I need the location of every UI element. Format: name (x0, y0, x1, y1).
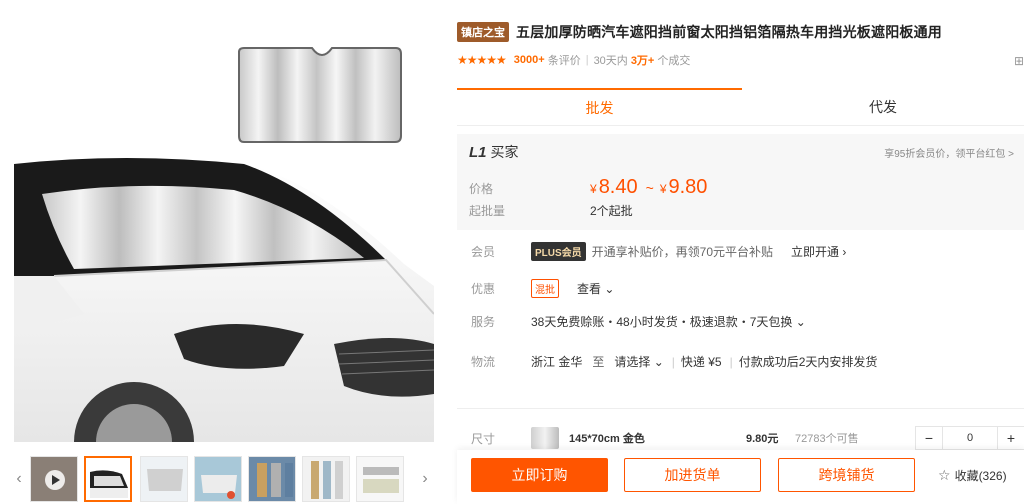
add-to-cart-button[interactable]: 加进货单 (624, 458, 761, 492)
shipping-fee: 快递 ¥5 (680, 355, 722, 369)
chevron-right-icon[interactable]: › (418, 454, 432, 504)
sales-period: 30天内 (593, 55, 628, 67)
thumbnail-6[interactable] (356, 456, 404, 502)
price-tilde: ~ (645, 180, 654, 196)
service-label: 服务 (471, 315, 496, 329)
review-label: 条评价 (547, 55, 581, 67)
thumbnail-5[interactable] (302, 456, 350, 502)
title-row: 镇店之宝 五层加厚防晒汽车遮阳挡前窗太阳挡铝箔隔热车用挡光板遮阳板通用 (457, 22, 942, 42)
buyer-level: L1 买家 (469, 142, 519, 162)
view-discount-link[interactable]: 查看 ⌄ (577, 280, 614, 297)
member-discount-link[interactable]: 享95折会员价，领平台红包 > (884, 145, 1014, 160)
size-label: 尺寸 (471, 431, 496, 446)
price-high: 9.80 (668, 176, 708, 198)
sku-thumbnail[interactable] (531, 427, 559, 449)
price-low: 8.40 (598, 176, 638, 198)
moq-value: 2个起批 (590, 204, 633, 218)
shop-badge: 镇店之宝 (457, 22, 509, 42)
discount-row: 优惠 混批 查看 ⌄ (471, 279, 614, 298)
sku-price: 9.80元 (746, 433, 779, 445)
price-panel: L1 买家 享95折会员价，领平台红包 > 价格 ¥ 8.40 ~ ¥ 9.80… (457, 134, 1024, 230)
logistics-row: 物流 浙江 金华 至 请选择 ⌄ | 快递 ¥5 | 付款成功后2天内安排发货 (471, 353, 877, 370)
ship-origin: 浙江 金华 (531, 355, 583, 369)
buyer-label: 买家 (490, 144, 519, 160)
ship-note: 付款成功后2天内安排发货 (738, 355, 878, 369)
share-icon[interactable]: ⊞ (1014, 54, 1024, 68)
buyer-level-badge: L1 (469, 144, 487, 161)
divider: | (585, 54, 589, 66)
tab-dropship[interactable]: 代发 (742, 88, 1024, 125)
product-info: 镇店之宝 五层加厚防晒汽车遮阳挡前窗太阳挡铝箔隔热车用挡光板遮阳板通用 ★★★★… (457, 0, 1024, 504)
divider: | (671, 354, 675, 369)
buy-now-button[interactable]: 立即订购 (471, 458, 608, 492)
cross-border-button[interactable]: 跨境铺货 (778, 458, 915, 492)
sales-label: 个成交 (657, 55, 691, 67)
chevron-left-icon[interactable]: ‹ (12, 454, 26, 504)
open-plus-link[interactable]: 立即开通 › (791, 243, 846, 260)
currency-symbol: ¥ (659, 182, 667, 196)
member-label: 会员 (471, 245, 496, 259)
thumbnail-4[interactable] (248, 456, 296, 502)
favorite-label: 收藏(326) (954, 468, 1007, 483)
service-row: 服务 38天免费赊账・48小时发货・极速退款・7天包换 ⌄ (471, 313, 806, 330)
thumbnail-2[interactable] (140, 456, 188, 502)
destination-select[interactable]: 请选择 ⌄ (614, 353, 663, 370)
sales-count: 3万+ (630, 55, 655, 67)
sku-name: 145*70cm 金色 (569, 433, 645, 445)
thumbnail-1[interactable] (84, 456, 132, 502)
main-product-image[interactable] (14, 14, 434, 442)
sku-row: 尺寸 145*70cm 金色 9.80元 72783个可售 − 0 + (471, 426, 1024, 450)
increment-button[interactable]: + (998, 430, 1024, 446)
discount-label: 优惠 (471, 282, 496, 296)
mixed-batch-tag: 混批 (531, 279, 559, 298)
decrement-button[interactable]: − (916, 430, 942, 446)
price-range: ¥ 8.40 ~ ¥ 9.80 (590, 176, 709, 199)
product-gallery: ‹ › (0, 0, 440, 504)
tab-wholesale[interactable]: 批发 (457, 88, 742, 125)
rating-row: ★★★★★ 3000+ 条评价 | 30天内 3万+ 个成交 (457, 52, 690, 68)
review-count[interactable]: 3000+ (514, 54, 545, 66)
thumbnail-3[interactable] (194, 456, 242, 502)
moq-label: 起批量 (469, 204, 506, 218)
star-outline-icon: ☆ (938, 466, 951, 483)
plus-member-badge: PLUS会员 (531, 242, 586, 261)
sku-stock: 72783个可售 (795, 433, 859, 445)
quantity-stepper: − 0 + (915, 426, 1024, 450)
thumbnail-video[interactable] (30, 456, 78, 502)
favorite-button[interactable]: ☆ 收藏(326) (938, 458, 1007, 492)
plus-text: 开通享补贴价，再领70元平台补贴 (591, 245, 774, 259)
purchase-mode-tabs: 批发 代发 (457, 88, 1024, 126)
ship-to-label: 至 (592, 355, 605, 369)
car-sunshade-illustration (14, 47, 434, 442)
section-divider (457, 408, 1024, 409)
quantity-input[interactable]: 0 (942, 427, 998, 449)
video-play-icon (31, 457, 77, 501)
logistics-label: 物流 (471, 355, 496, 369)
product-title: 五层加厚防晒汽车遮阳挡前窗太阳挡铝箔隔热车用挡光板遮阳板通用 (516, 24, 942, 40)
price-label: 价格 (469, 182, 494, 196)
service-list[interactable]: 38天免费赊账・48小时发货・极速退款・7天包换 ⌄ (531, 313, 806, 330)
divider: | (729, 354, 733, 369)
action-bar: 立即订购 加进货单 跨境铺货 ☆ 收藏(326) (457, 450, 1024, 504)
member-row: 会员 PLUS会员 开通享补贴价，再领70元平台补贴 立即开通 › (471, 242, 846, 261)
thumbnail-strip: ‹ › (12, 454, 436, 504)
rating-stars: ★★★★★ (457, 53, 507, 67)
currency-symbol: ¥ (590, 182, 597, 196)
